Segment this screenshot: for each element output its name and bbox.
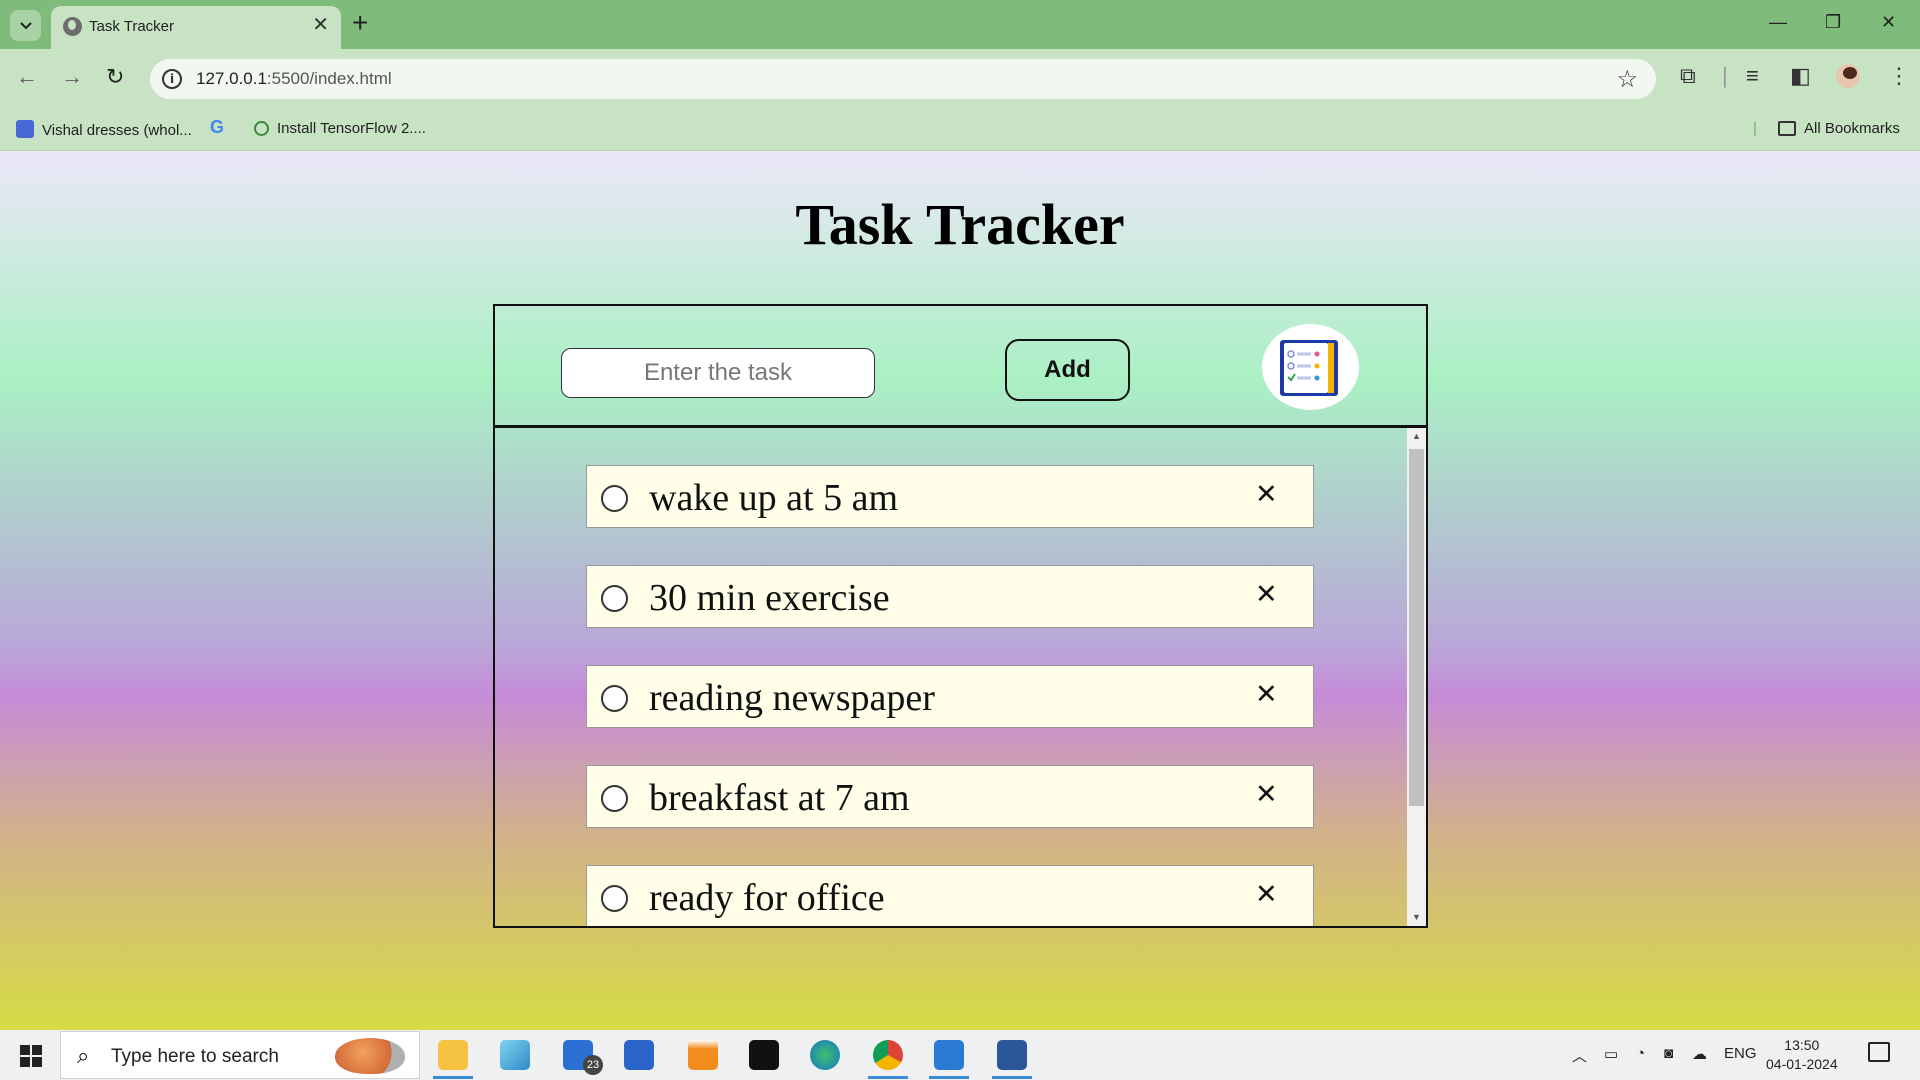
language-indicator[interactable]: ENG [1724,1045,1757,1062]
vlc-icon[interactable] [688,1040,718,1070]
taskbar-search-placeholder: Type here to search [111,1046,279,1067]
notepad-icon[interactable] [500,1040,530,1070]
task-radio[interactable] [601,585,628,612]
tab-search-button[interactable] [10,10,41,41]
extensions-icon[interactable]: ⧉ [1680,63,1696,89]
back-icon[interactable]: ← [16,65,38,89]
toolbar-divider: | [1722,63,1728,88]
delete-task-icon[interactable]: ✕ [1255,580,1278,610]
new-tab-button[interactable]: + [352,9,368,37]
clock-date: 04-01-2024 [1766,1056,1838,1072]
browser-tab-bar: Task Tracker ✕ + — ❐ ✕ [0,0,1920,49]
profile-avatar[interactable] [1834,62,1862,90]
running-indicator [433,1076,473,1079]
close-window-icon[interactable]: ✕ [1881,12,1896,33]
bookmark-favicon-icon [16,120,34,138]
forward-icon[interactable]: → [61,65,83,89]
task-text: reading newspaper [649,677,935,719]
delete-task-icon[interactable]: ✕ [1255,780,1278,810]
onedrive-icon[interactable]: ☁ [1692,1045,1707,1063]
bookmarks-divider: | [1753,120,1757,137]
folder-icon [1778,121,1796,136]
task-list-scrollbar[interactable]: ▲ ▼ [1407,428,1426,926]
all-bookmarks-button[interactable]: All Bookmarks [1778,120,1900,137]
task-input-row: Add [495,306,1426,428]
menu-kebab-icon[interactable]: ⋮ [1888,63,1910,89]
globe-icon [63,17,82,36]
edge-icon[interactable] [810,1040,840,1070]
task-text: breakfast at 7 am [649,777,910,819]
mail-badge: 23 [583,1055,603,1075]
task-item[interactable]: breakfast at 7 am ✕ [586,765,1314,828]
page-title: Task Tracker [795,192,1125,257]
chrome-icon[interactable] [873,1040,903,1070]
address-bar[interactable]: i 127.0.0.1:5500/index.html ☆ [150,59,1656,99]
scroll-thumb[interactable] [1409,449,1424,806]
notification-icon[interactable] [1868,1042,1890,1062]
bookmark-item[interactable]: Vishal dresses (whol... [16,120,192,139]
media-control-icon[interactable]: ≡ [1746,63,1759,89]
bookmark-item[interactable]: Install TensorFlow 2.... [254,120,426,137]
scroll-down-arrow-icon[interactable]: ▼ [1407,909,1426,926]
taskbar-search[interactable]: ⌕ Type here to search [60,1031,420,1079]
file-explorer-icon[interactable] [438,1040,468,1070]
vscode-icon[interactable] [934,1040,964,1070]
store-icon[interactable] [624,1040,654,1070]
task-input[interactable] [561,348,875,398]
bookmarks-bar: Vishal dresses (whol... G Install Tensor… [0,109,1920,151]
url-text[interactable]: 127.0.0.1:5500/index.html [196,69,392,89]
task-text: ready for office [649,877,885,919]
word-icon[interactable] [997,1040,1027,1070]
task-radio[interactable] [601,485,628,512]
task-item[interactable]: reading newspaper ✕ [586,665,1314,728]
checklist-icon [1280,340,1338,396]
windows-taskbar: ⌕ Type here to search 23 ︿ ▭ ◔ ◙ ☁ ENG 1… [0,1030,1920,1080]
minimize-icon[interactable]: — [1769,12,1787,33]
delete-task-icon[interactable]: ✕ [1255,480,1278,510]
search-highlight-image [335,1038,405,1074]
search-bookmark-icon [254,121,269,136]
task-radio[interactable] [601,685,628,712]
delete-task-icon[interactable]: ✕ [1255,880,1278,910]
page-viewport: Task Tracker Add [0,151,1920,1030]
running-indicator [868,1076,908,1079]
running-indicator [992,1076,1032,1079]
scroll-up-arrow-icon[interactable]: ▲ [1407,428,1426,445]
checklist-logo [1262,324,1359,410]
tab-title: Task Tracker [89,18,175,35]
clock-time: 13:50 [1784,1037,1820,1053]
search-icon: ⌕ [77,1043,90,1068]
terminal-icon[interactable] [749,1040,779,1070]
side-panel-icon[interactable]: ◧ [1790,63,1811,89]
reload-icon[interactable]: ↻ [106,65,124,89]
close-tab-icon[interactable]: ✕ [312,15,329,35]
restore-icon[interactable]: ❐ [1825,12,1841,33]
browser-toolbar: ← → ↻ i 127.0.0.1:5500/index.html ☆ ⧉ | … [0,49,1920,109]
running-indicator [929,1076,969,1079]
task-text: wake up at 5 am [649,477,899,519]
task-item[interactable]: ready for office ✕ [586,865,1314,926]
task-list: wake up at 5 am ✕ 30 min exercise ✕ read… [495,428,1426,926]
task-item[interactable]: 30 min exercise ✕ [586,565,1314,628]
delete-task-icon[interactable]: ✕ [1255,680,1278,710]
task-text: 30 min exercise [649,577,890,619]
chevron-down-icon [19,21,32,29]
google-icon[interactable]: G [210,117,224,138]
wifi-icon[interactable]: ◔ [1636,1045,1645,1062]
tray-overflow-icon[interactable]: ︿ [1572,1045,1587,1066]
task-radio[interactable] [601,885,628,912]
windows-start-icon[interactable] [20,1045,42,1067]
task-app-container: Add [493,304,1428,928]
meet-icon[interactable]: ◙ [1664,1045,1673,1062]
site-info-icon[interactable]: i [162,69,182,89]
battery-icon[interactable]: ▭ [1604,1045,1618,1063]
bookmark-star-icon[interactable]: ☆ [1616,65,1638,94]
browser-tab[interactable]: Task Tracker ✕ [51,6,341,49]
add-task-button[interactable]: Add [1005,339,1130,401]
task-item[interactable]: wake up at 5 am ✕ [586,465,1314,528]
task-radio[interactable] [601,785,628,812]
taskbar-clock[interactable]: 13:50 04-01-2024 [1766,1036,1838,1074]
